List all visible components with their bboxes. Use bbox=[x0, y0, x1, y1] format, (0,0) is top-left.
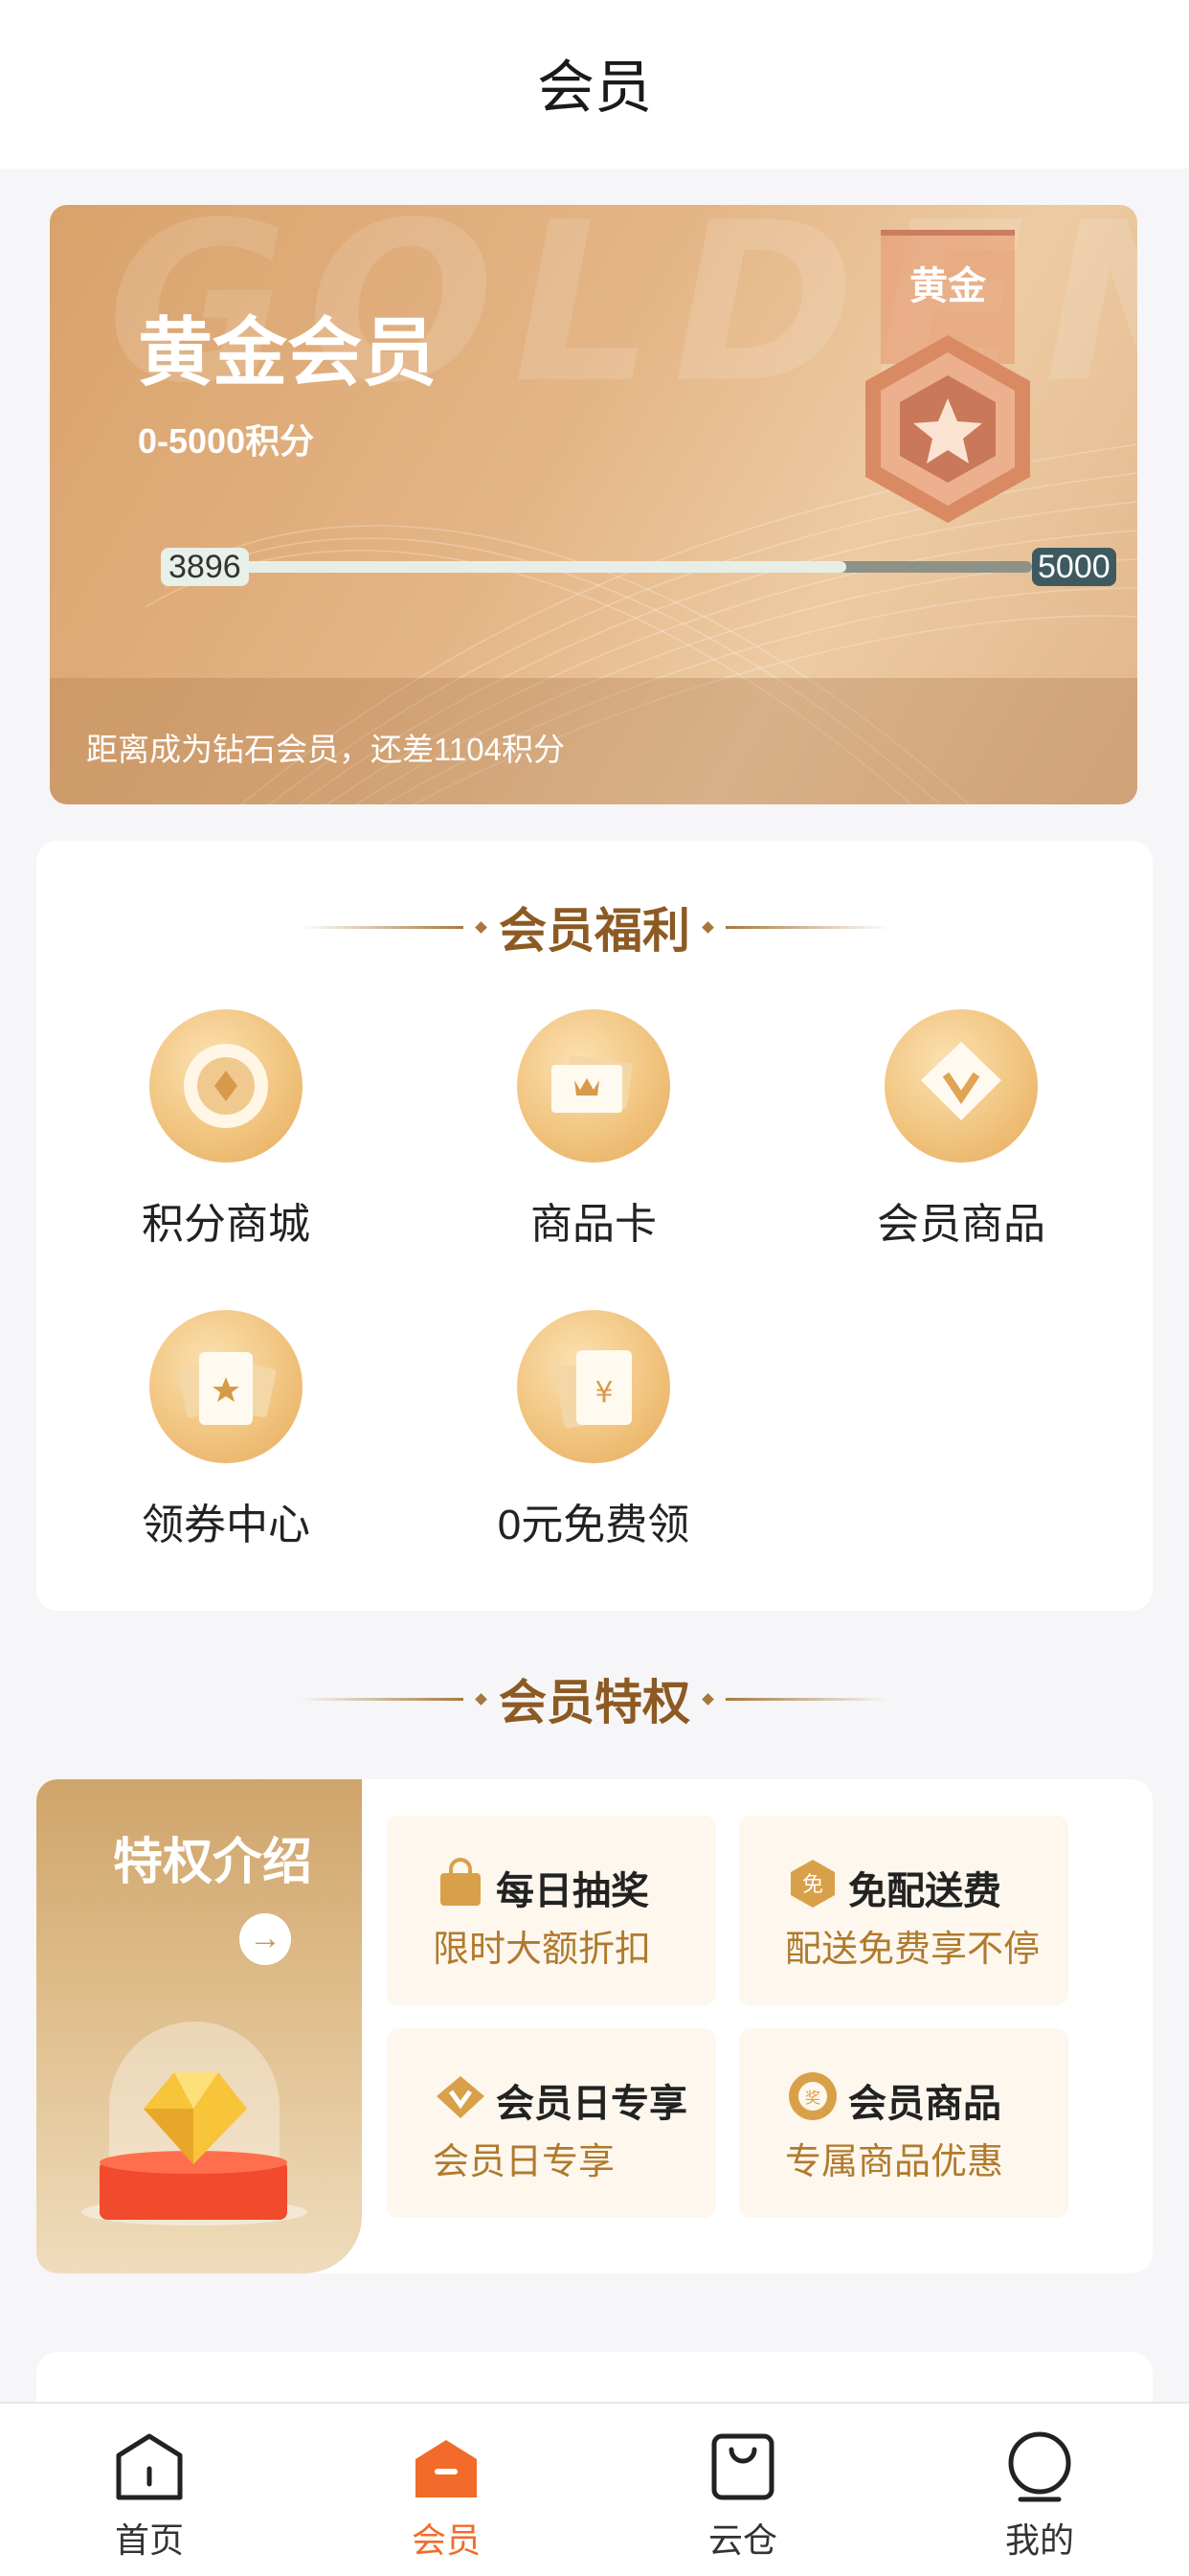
privilege-free-shipping[interactable]: 免 免配送费 配送免费享不停 bbox=[739, 1816, 1068, 2005]
privilege-daily-lottery[interactable]: 每日抽奖 限时大额折扣 bbox=[387, 1816, 716, 2005]
benefit-label: 领券中心 bbox=[142, 1502, 310, 1548]
points-progress: 3896 5000 bbox=[113, 548, 1128, 590]
benefits-heading: 会员福利 bbox=[0, 893, 1189, 961]
benefits-title: 会员福利 bbox=[499, 904, 690, 958]
benefit-product-card[interactable]: 商品卡 bbox=[450, 1009, 737, 1251]
privilege-member-day[interactable]: 会员日专享 会员日专享 bbox=[387, 2028, 716, 2218]
privileges-panel: 特权介绍 → 每日抽奖 限时大额折扣 免 免配送费 配送免费享不停 会员日专享 … bbox=[36, 1779, 1153, 2273]
privilege-name: 会员日专享 bbox=[496, 2083, 687, 2125]
member-icon bbox=[415, 2440, 477, 2497]
free-shipping-icon: 免 bbox=[791, 1860, 835, 1908]
coin-icon bbox=[149, 1009, 303, 1163]
tab-profile[interactable]: 我的 bbox=[944, 2404, 1135, 2576]
medal-label: 黄金 bbox=[909, 265, 986, 307]
benefit-label: 积分商城 bbox=[142, 1201, 310, 1248]
privilege-intro-card[interactable]: 特权介绍 → bbox=[36, 1779, 362, 2273]
tab-home[interactable]: 首页 bbox=[54, 2404, 245, 2576]
tab-label: 我的 bbox=[1004, 2520, 1074, 2560]
privilege-member-goods[interactable]: 奖 会员商品 专属商品优惠 bbox=[739, 2028, 1068, 2218]
privileges-title: 会员特权 bbox=[499, 1676, 690, 1729]
benefit-label: 商品卡 bbox=[530, 1201, 657, 1248]
home-icon bbox=[116, 2433, 183, 2500]
privilege-desc: 限时大额折扣 bbox=[433, 1930, 652, 1970]
privilege-name: 免配送费 bbox=[848, 1870, 1001, 1912]
benefit-free-claim[interactable]: ¥ 0元免费领 bbox=[450, 1310, 737, 1551]
progress-current-points: 3896 bbox=[161, 548, 249, 586]
progress-fill bbox=[190, 561, 847, 573]
benefit-coupon-center[interactable]: 领券中心 bbox=[82, 1310, 370, 1551]
benefit-label: 0元免费领 bbox=[497, 1502, 690, 1548]
diamond-v-icon bbox=[885, 1009, 1038, 1163]
privilege-intro-title: 特权介绍 bbox=[113, 1835, 313, 1890]
privilege-name: 会员商品 bbox=[848, 2083, 1001, 2125]
privileges-heading: 会员特权 bbox=[0, 1664, 1189, 1733]
tab-label: 云仓 bbox=[707, 2520, 777, 2560]
tab-cloud-warehouse[interactable]: 云仓 bbox=[647, 2404, 839, 2576]
membership-card[interactable]: GOLDEN 黄金会员 0-5000积分 黄金 3896 5000 距离成为钻石… bbox=[50, 205, 1137, 804]
svg-text:奖: 奖 bbox=[805, 2089, 820, 2107]
bottom-tab-bar: 首页 会员 云仓 我的 bbox=[0, 2402, 1189, 2576]
page-title: 会员 bbox=[537, 55, 652, 120]
gold-diamond-pedestal-icon bbox=[81, 2022, 307, 2226]
progress-max-points: 5000 bbox=[1032, 548, 1116, 586]
benefit-label: 会员商品 bbox=[877, 1201, 1045, 1248]
progress-track bbox=[190, 561, 1032, 573]
ticket-icon bbox=[149, 1310, 303, 1463]
svg-text:免: 免 bbox=[802, 1873, 823, 1897]
bag-icon bbox=[440, 1858, 481, 1906]
card-icon bbox=[517, 1009, 670, 1163]
member-level-name: 黄金会员 bbox=[138, 310, 437, 395]
points-range: 0-5000积分 bbox=[138, 421, 315, 461]
profile-icon bbox=[1008, 2431, 1071, 2502]
red-envelope-icon: ¥ bbox=[517, 1310, 670, 1463]
upgrade-hint: 距离成为钻石会员，还差1104积分 bbox=[86, 732, 565, 767]
tab-member[interactable]: 会员 bbox=[350, 2404, 542, 2576]
card-footer: 距离成为钻石会员，还差1104积分 bbox=[50, 678, 1137, 804]
benefit-points-mall[interactable]: 积分商城 bbox=[82, 1009, 370, 1251]
tab-label: 会员 bbox=[411, 2520, 481, 2560]
privilege-desc: 配送免费享不停 bbox=[785, 1930, 1041, 1970]
cloud-warehouse-icon bbox=[711, 2433, 774, 2500]
svg-text:¥: ¥ bbox=[594, 1376, 613, 1410]
arrow-right-icon[interactable]: → bbox=[239, 1913, 291, 1965]
v-icon bbox=[437, 2076, 484, 2118]
privilege-name: 每日抽奖 bbox=[496, 1870, 649, 1912]
benefit-member-goods[interactable]: 会员商品 bbox=[818, 1009, 1105, 1251]
top-bar: 会员 bbox=[0, 0, 1189, 169]
gold-medal-badge: 黄金 bbox=[848, 220, 1097, 546]
tab-label: 首页 bbox=[114, 2520, 184, 2560]
privilege-desc: 会员日专享 bbox=[433, 2142, 616, 2182]
prize-icon: 奖 bbox=[789, 2072, 837, 2120]
privilege-desc: 专属商品优惠 bbox=[785, 2142, 1004, 2182]
